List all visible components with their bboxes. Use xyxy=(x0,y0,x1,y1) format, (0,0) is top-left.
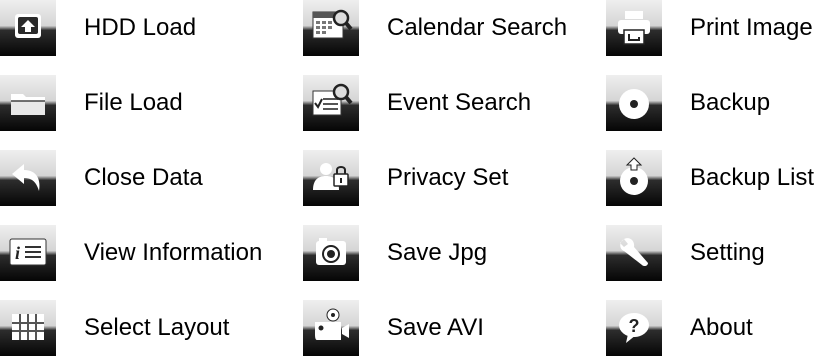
menu-item-label: Privacy Set xyxy=(387,164,509,191)
menu-item-label: Backup xyxy=(690,89,771,116)
menu-item-save-jpg[interactable]: Save Jpg xyxy=(303,225,487,281)
menu-item-label: Save AVI xyxy=(387,314,484,341)
disc-icon xyxy=(606,75,662,131)
event-search-icon xyxy=(303,75,359,131)
menu-item-setting[interactable]: Setting xyxy=(606,225,765,281)
menu-item-backup-list[interactable]: Backup List xyxy=(606,150,814,206)
menu-item-print-image[interactable]: Print Image xyxy=(606,0,813,56)
menu-item-label: File Load xyxy=(84,89,183,116)
menu-item-event-search[interactable]: Event Search xyxy=(303,75,531,131)
menu-item-label: Select Layout xyxy=(84,314,230,341)
svg-text:i: i xyxy=(15,243,20,263)
grid-layout-icon xyxy=(0,300,56,356)
video-camera-icon xyxy=(303,300,359,356)
menu-item-about[interactable]: ? About xyxy=(606,300,753,356)
menu-item-view-information[interactable]: i View Information xyxy=(0,225,262,281)
calendar-search-icon xyxy=(303,0,359,56)
menu-item-label: Event Search xyxy=(387,89,532,116)
privacy-lock-icon xyxy=(303,150,359,206)
menu-item-label: Print Image xyxy=(690,14,813,41)
hdd-load-icon xyxy=(0,0,56,56)
menu-item-file-load[interactable]: File Load xyxy=(0,75,183,131)
menu-item-label: Calendar Search xyxy=(387,14,568,41)
menu-item-label: HDD Load xyxy=(84,14,197,41)
menu-item-save-avi[interactable]: Save AVI xyxy=(303,300,484,356)
info-list-icon: i xyxy=(0,225,56,281)
menu-item-select-layout[interactable]: Select Layout xyxy=(0,300,229,356)
menu-item-label: Setting xyxy=(690,239,765,266)
folder-icon xyxy=(0,75,56,131)
help-bubble-icon: ? xyxy=(606,300,662,356)
svg-text:?: ? xyxy=(629,316,640,336)
menu-item-hdd-load[interactable]: HDD Load xyxy=(0,0,196,56)
printer-icon xyxy=(606,0,662,56)
menu-item-label: View Information xyxy=(84,239,263,266)
back-arrow-icon xyxy=(0,150,56,206)
menu-item-calendar-search[interactable]: Calendar Search xyxy=(303,0,567,56)
menu-item-label: Close Data xyxy=(84,164,203,191)
menu-item-backup[interactable]: Backup xyxy=(606,75,770,131)
camera-icon xyxy=(303,225,359,281)
main-menu: HDD Load Calendar Search Print Image Fil… xyxy=(0,0,831,363)
disc-upload-icon xyxy=(606,150,662,206)
wrench-icon xyxy=(606,225,662,281)
menu-item-label: About xyxy=(690,314,753,341)
menu-item-privacy-set[interactable]: Privacy Set xyxy=(303,150,508,206)
menu-item-close-data[interactable]: Close Data xyxy=(0,150,203,206)
menu-item-label: Backup List xyxy=(690,164,815,191)
menu-item-label: Save Jpg xyxy=(387,239,488,266)
